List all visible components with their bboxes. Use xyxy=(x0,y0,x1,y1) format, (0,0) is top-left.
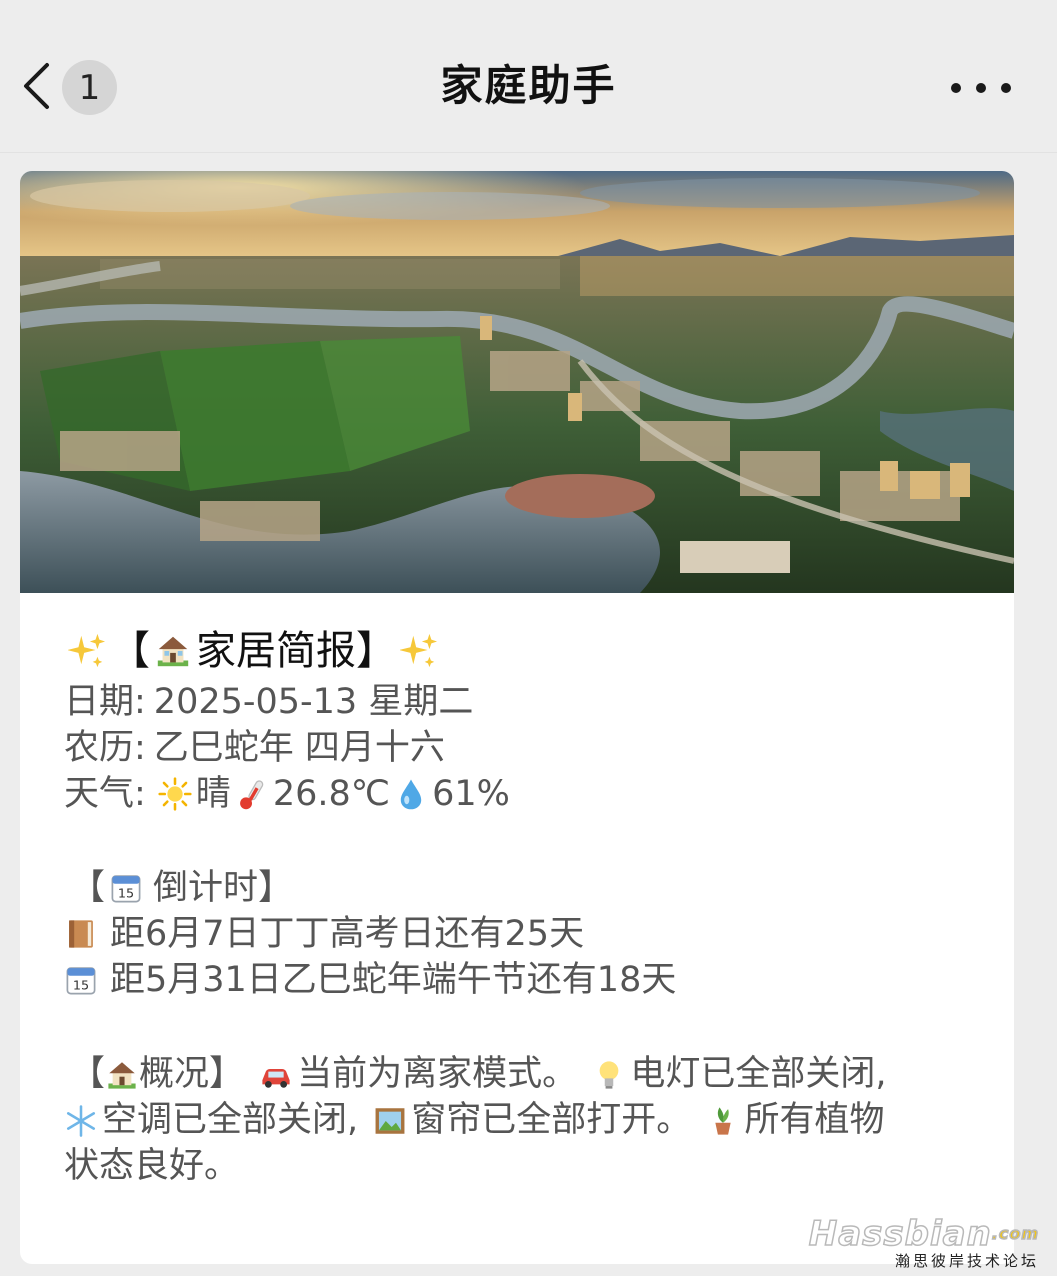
thermometer-icon xyxy=(239,780,264,810)
countdown-heading-text: 倒计时】 xyxy=(153,868,294,908)
countdown-heading: 【 15 倒计时】 xyxy=(64,865,984,911)
framed-picture-icon xyxy=(375,1108,405,1134)
sparkles-icon xyxy=(400,633,438,668)
svg-text:15: 15 xyxy=(118,886,134,901)
more-dot-icon xyxy=(1001,83,1011,93)
overview-plants: 所有植物 xyxy=(744,1100,885,1140)
snowflake-icon xyxy=(66,1105,96,1137)
weather-condition: 晴 xyxy=(195,774,231,814)
watermark-subtitle: 瀚思彼岸技术论坛 xyxy=(894,1252,1039,1270)
overview-curtains: 窗帘已全部打开。 xyxy=(411,1100,692,1140)
sparkles-icon xyxy=(68,633,106,668)
brief-title: 【 家居简报】 xyxy=(64,623,984,679)
more-dot-icon xyxy=(951,83,961,93)
more-options-button[interactable] xyxy=(951,70,1011,106)
countdown-item: 15 距5月31日乙巳蛇年端午节还有18天 xyxy=(64,957,984,1003)
page-title: 家庭助手 xyxy=(440,61,617,110)
aerial-city-river-photo[interactable] xyxy=(20,171,1014,593)
lightbulb-icon xyxy=(599,1061,619,1089)
overview-mode: 当前为离家模式。 xyxy=(297,1054,578,1094)
brief-title-text: 家居简报】 xyxy=(196,628,396,674)
overview-ac: 空调已全部关闭, xyxy=(102,1100,359,1140)
countdown-item-text: 距5月31日乙巳蛇年端午节还有18天 xyxy=(110,960,677,1000)
watermark-logo-text: Hassbian xyxy=(808,1214,992,1254)
humidity-value: 61% xyxy=(432,774,510,814)
forum-watermark: Hassbian.com 瀚思彼岸技术论坛 xyxy=(808,1214,1039,1270)
lunar-line: 农历: 乙巳蛇年 四月十六 xyxy=(64,725,984,771)
brief-content: 【 家居简报】 日期: 2025-05-13 星期二 农历: 乙巳蛇年 四月十六 xyxy=(64,623,984,1189)
brief-title-open-bracket: 【 xyxy=(110,628,150,674)
date-value: 2025-05-13 星期二 xyxy=(153,682,474,722)
overview-plants-cont: 状态良好。 xyxy=(64,1146,240,1186)
sun-icon xyxy=(158,777,192,811)
lunar-label: 农历: xyxy=(64,728,146,768)
message-card[interactable]: 【 家居简报】 日期: 2025-05-13 星期二 农历: 乙巳蛇年 四月十六 xyxy=(20,171,1014,1264)
overview-lights: 电灯已全部关闭, xyxy=(630,1054,887,1094)
book-icon xyxy=(69,920,93,948)
weather-line: 天气: 晴 26.8℃ 61% xyxy=(64,771,984,817)
droplet-icon xyxy=(400,779,422,810)
watermark-logo: Hassbian.com xyxy=(808,1214,1039,1254)
overview-paragraph: 【 概况】 当前为离家模式。 电灯已全部关闭, 空调已全部关闭, 窗帘已全部打开… xyxy=(64,1051,984,1189)
house-with-garden-icon xyxy=(157,636,189,667)
calendar-icon: 15 xyxy=(111,875,141,903)
countdown-open-bracket: 【 xyxy=(70,868,106,908)
calendar-icon: 15 xyxy=(66,967,96,995)
countdown-item: 距6月7日丁丁高考日还有25天 xyxy=(64,911,984,957)
potted-plant-icon xyxy=(715,1107,732,1135)
nav-bar: 1 家庭助手 xyxy=(0,0,1057,153)
overview-open-bracket: 【 xyxy=(70,1054,106,1094)
svg-text:15: 15 xyxy=(73,978,89,993)
house-with-garden-icon xyxy=(108,1062,136,1089)
overview-heading-text: 概况】 xyxy=(139,1054,245,1094)
countdown-item-text: 距6月7日丁丁高考日还有25天 xyxy=(110,914,585,954)
car-icon xyxy=(262,1069,290,1088)
date-label: 日期: xyxy=(64,682,146,722)
weather-label: 天气: xyxy=(64,774,146,814)
temperature-value: 26.8℃ xyxy=(272,774,391,814)
more-dot-icon xyxy=(976,83,986,93)
date-line: 日期: 2025-05-13 星期二 xyxy=(64,679,984,725)
watermark-com: .com xyxy=(991,1223,1039,1244)
lunar-value: 乙巳蛇年 四月十六 xyxy=(153,728,445,768)
